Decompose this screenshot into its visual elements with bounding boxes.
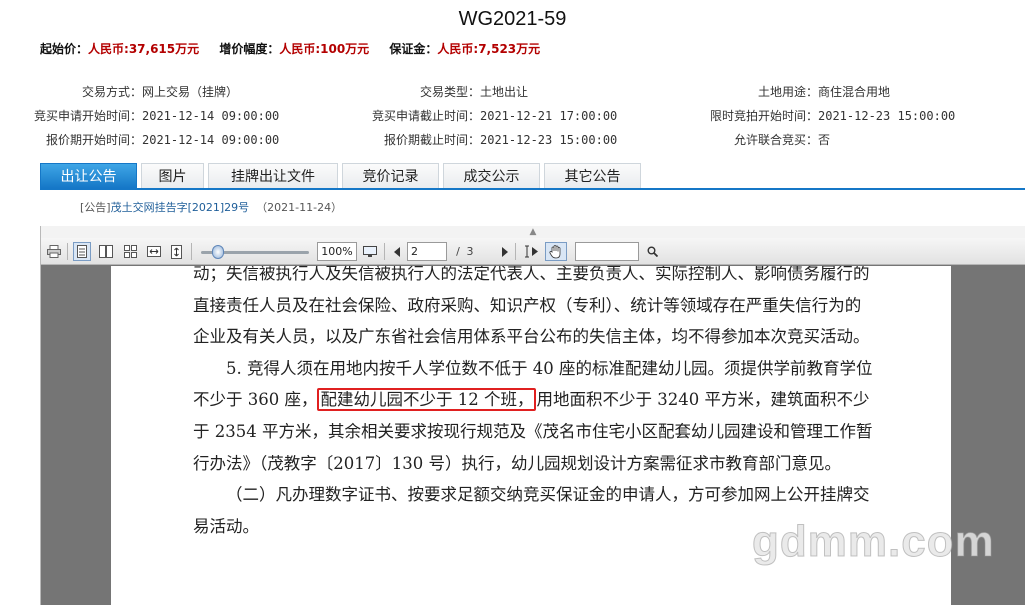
- tab-listing-documents[interactable]: 挂牌出让文件: [208, 163, 338, 188]
- zoom-input[interactable]: 100%: [317, 242, 357, 261]
- page-title: WG2021-59: [458, 8, 567, 30]
- info-joint-bid: 允许联合竞买：否: [733, 133, 831, 147]
- start-price-value: 人民币:37,615万元: [88, 42, 200, 56]
- grid-view-icon[interactable]: [121, 242, 139, 261]
- tab-deal-publicity[interactable]: 成交公示: [443, 163, 540, 188]
- highlighted-requirement: 配建幼儿园不少于 12 个班，: [317, 388, 537, 412]
- monitor-icon[interactable]: [361, 242, 379, 261]
- doc-paragraph-1: 动；失信被执行人及失信被执行人的法定代表人、主要负责人、实际控制人、影响债务履行…: [193, 266, 870, 347]
- announcement-prefix: [公告]: [80, 201, 111, 214]
- tab-bar: 出让公告 图片 挂牌出让文件 竞价记录 成交公示 其它公告: [40, 163, 645, 188]
- doc-paragraph-2: 5. 竞得人须在用地内按千人学位数不低于 40 座的标准配建幼儿园。须提供学前教…: [193, 358, 873, 473]
- toolbar-separator: [67, 243, 68, 260]
- collapse-toggle[interactable]: ▲: [41, 226, 1025, 238]
- next-page-icon[interactable]: [499, 242, 511, 261]
- prev-page-icon[interactable]: [391, 242, 403, 261]
- announcement-item: [公告]茂土交网挂告字[2021]29号 （2021-11-24）: [80, 199, 342, 215]
- search-icon[interactable]: [645, 242, 659, 261]
- single-page-view-icon[interactable]: [73, 242, 91, 261]
- hand-tool-icon[interactable]: [545, 242, 567, 261]
- announcement-date: （2021-11-24）: [256, 201, 343, 214]
- search-input[interactable]: [575, 242, 639, 261]
- info-auction-start: 限时竞拍开始时间：2021-12-23 15:00:00: [709, 109, 956, 123]
- pdf-toolbar: 100% 2 / 3: [41, 238, 1025, 265]
- deposit-label: 保证金：: [389, 42, 438, 56]
- document-text: 动；失信被执行人及失信被执行人的法定代表人、主要负责人、实际控制人、影响债务履行…: [193, 266, 875, 542]
- fit-height-icon[interactable]: [167, 242, 185, 261]
- fit-width-icon[interactable]: [145, 242, 163, 261]
- announcement-link[interactable]: 茂土交网挂告字[2021]29号: [111, 201, 250, 214]
- watermark: gdmm.com: [752, 517, 995, 567]
- toolbar-separator: [384, 243, 385, 260]
- start-price-label: 起始价：: [40, 42, 89, 56]
- info-land-use: 土地用途：商住混合用地: [757, 85, 891, 99]
- increment-label: 增价幅度：: [219, 42, 280, 56]
- toolbar-separator: [515, 243, 516, 260]
- tab-images[interactable]: 图片: [141, 163, 204, 188]
- tab-underline: [40, 188, 1025, 190]
- text-select-icon[interactable]: [521, 242, 543, 261]
- toolbar-separator: [191, 243, 192, 260]
- page-number-input[interactable]: 2: [407, 242, 447, 261]
- tab-other-announcements[interactable]: 其它公告: [544, 163, 641, 188]
- deposit-value: 人民币:7,523万元: [437, 42, 541, 56]
- price-summary: 起始价：人民币:37,615万元 增价幅度：人民币:100万元 保证金：人民币:…: [40, 40, 556, 57]
- page-total: 3: [466, 245, 474, 258]
- zoom-slider-handle[interactable]: [212, 245, 224, 259]
- increment-value: 人民币:100万元: [279, 42, 370, 56]
- tab-bid-records[interactable]: 竞价记录: [342, 163, 439, 188]
- page-separator: /: [456, 245, 460, 258]
- tab-announcement[interactable]: 出让公告: [40, 163, 137, 188]
- two-page-view-icon[interactable]: [97, 242, 115, 261]
- print-icon[interactable]: [45, 242, 63, 261]
